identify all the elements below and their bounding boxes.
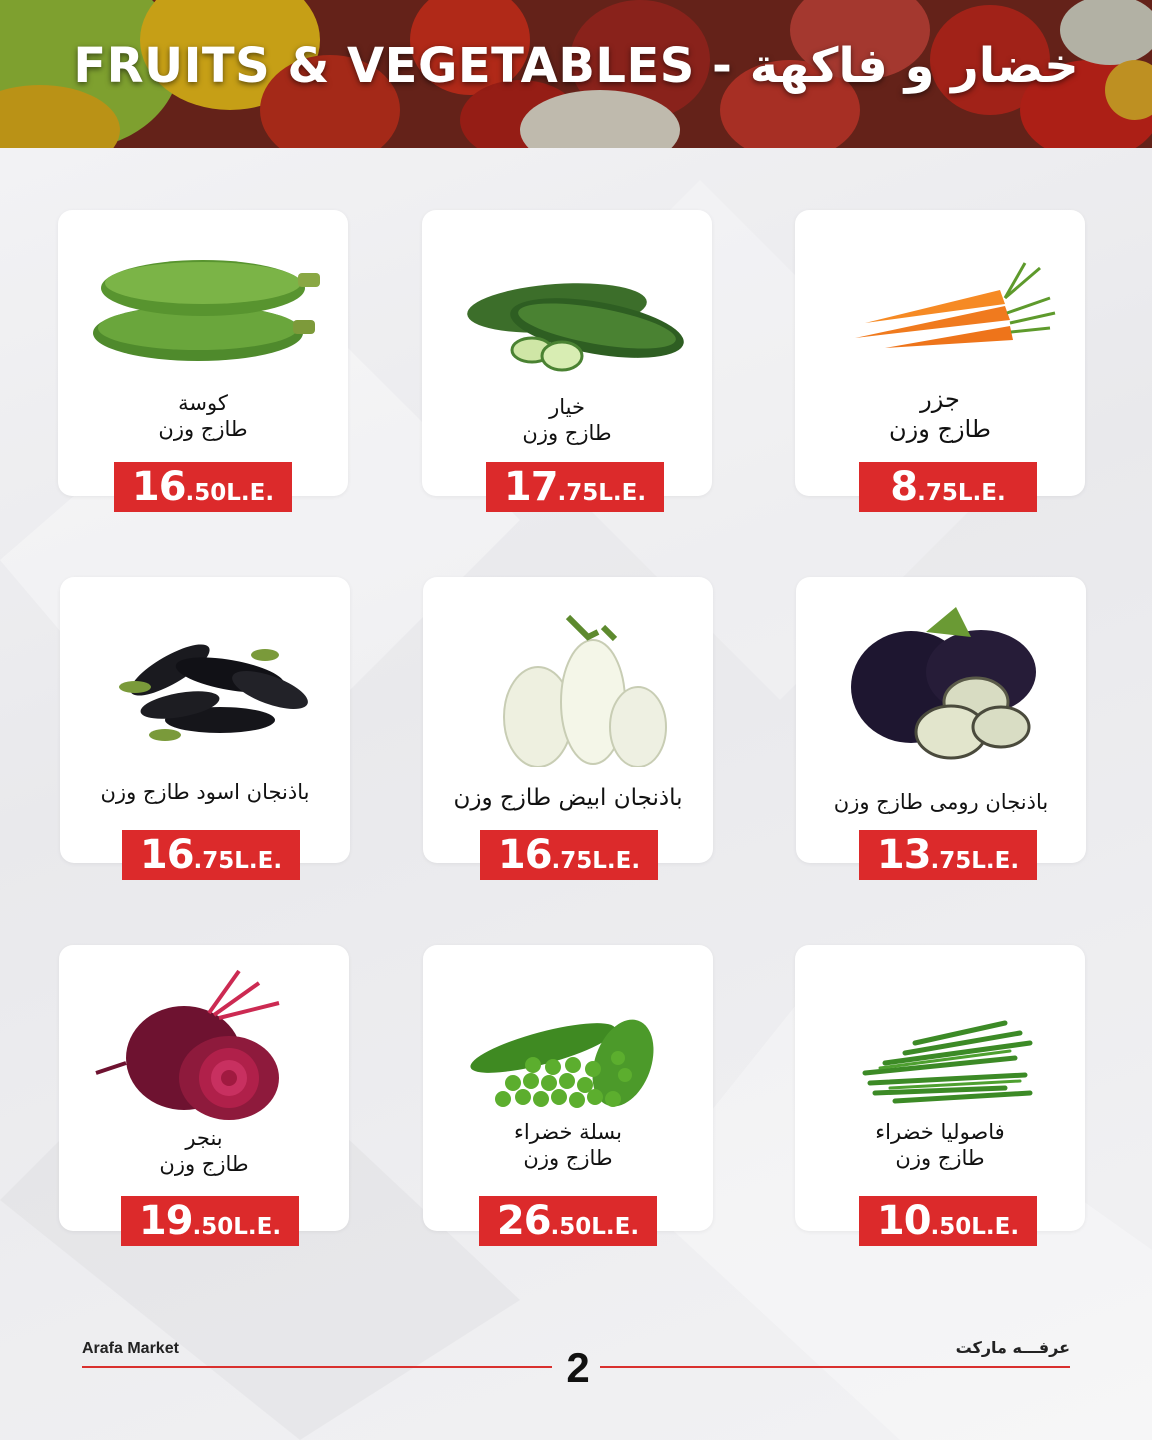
product-card-cucumber[interactable]: خيار طازج وزن xyxy=(422,210,712,496)
header-banner: FRUITS & VEGETABLES - خضار و فاكهة xyxy=(0,0,1152,148)
product-card-green-peas[interactable]: بسلة خضراء طازج وزن xyxy=(423,945,713,1231)
price-badge: 19.50L.E. xyxy=(121,1196,299,1246)
zucchini-icon xyxy=(93,260,320,361)
product-name: بسلة خضراء طازج وزن xyxy=(514,1120,622,1170)
green-peas-icon xyxy=(470,1019,654,1108)
product-card-carrot[interactable]: جزر طازج وزن xyxy=(795,210,1085,496)
price-badge: 8.75L.E. xyxy=(859,462,1037,512)
price-badge: 26.50L.E. xyxy=(479,1196,657,1246)
beetroot-icon xyxy=(95,969,280,1120)
footer-brand-ar: عرفـــه ماركت xyxy=(955,1338,1070,1357)
white-eggplant-icon xyxy=(503,614,667,767)
carrot-icon xyxy=(855,262,1056,348)
cucumber-icon xyxy=(467,283,684,372)
product-card-roman-eggplant[interactable]: باذنجان رومى طازج وزن xyxy=(796,577,1086,863)
page-number: 2 xyxy=(566,1344,590,1391)
product-name: باذنجان اسود طازج وزن xyxy=(100,780,310,804)
price-badge: 10.50L.E. xyxy=(859,1196,1037,1246)
product-card-white-eggplant[interactable]: باذنجان ابيض طازج وزن xyxy=(423,577,713,863)
footer-divider-right xyxy=(600,1366,1070,1368)
green-beans-icon xyxy=(862,1020,1033,1104)
product-card-zucchini[interactable]: كوسة طازج وزن xyxy=(58,210,348,496)
price-badge: 16.75L.E. xyxy=(480,830,658,880)
product-name: خيار طازج وزن xyxy=(522,395,612,445)
price-badge: 17.75L.E. xyxy=(486,462,664,512)
price-badge: 13.75L.E. xyxy=(859,830,1037,880)
product-card-green-beans[interactable]: فاصوليا خضراء طازج وزن xyxy=(795,945,1085,1231)
page-title: FRUITS & VEGETABLES - خضار و فاكهة xyxy=(73,38,1079,94)
roman-eggplant-icon xyxy=(851,607,1036,760)
footer-divider-left xyxy=(82,1366,552,1368)
footer-brand-en: Arafa Market xyxy=(82,1340,179,1357)
black-eggplant-icon xyxy=(119,644,308,741)
product-card-black-eggplant[interactable]: باذنجان اسود طازج وزن xyxy=(60,577,350,863)
product-name: بنجر طازج وزن xyxy=(159,1126,249,1176)
price-badge: 16.50L.E. xyxy=(114,462,292,512)
product-card-beetroot[interactable]: بنجر طازج وزن xyxy=(59,945,349,1231)
product-name: جزر طازج وزن xyxy=(889,385,991,443)
product-name: باذنجان رومى طازج وزن xyxy=(833,790,1049,814)
product-name: فاصوليا خضراء طازج وزن xyxy=(875,1120,1005,1170)
product-name: باذنجان ابيض طازج وزن xyxy=(453,785,683,811)
price-badge: 16.75L.E. xyxy=(122,830,300,880)
product-name: كوسة طازج وزن xyxy=(158,391,248,441)
